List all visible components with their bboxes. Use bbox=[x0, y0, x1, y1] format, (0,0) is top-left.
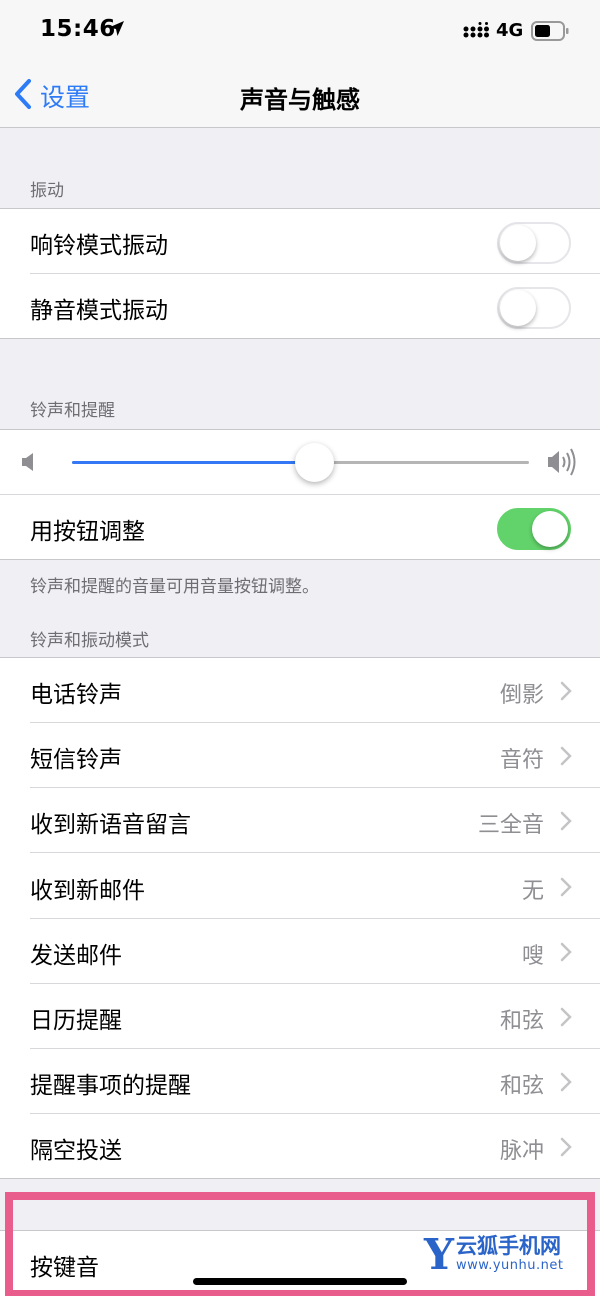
pattern-value: 无 bbox=[521, 879, 544, 904]
ringer-group: 用按钮调整 bbox=[0, 429, 600, 560]
pattern-value: 倒影 bbox=[499, 683, 544, 708]
pattern-value: 和弦 bbox=[499, 1009, 544, 1034]
battery-icon bbox=[531, 21, 569, 45]
status-bar: 15:46 4G bbox=[0, 0, 600, 62]
vibrate-on-silent-switch[interactable] bbox=[497, 287, 571, 329]
pattern-label: 收到新邮件 bbox=[30, 878, 145, 904]
chevron-right-icon bbox=[560, 746, 572, 770]
chevron-right-icon bbox=[560, 1137, 572, 1161]
chevron-left-icon bbox=[14, 78, 32, 114]
chevron-right-icon bbox=[560, 877, 572, 901]
volume-slider-knob[interactable] bbox=[295, 443, 335, 482]
navigation-bar: 声音与触感 设置 bbox=[0, 62, 600, 128]
switch-knob bbox=[532, 511, 568, 547]
pattern-row-ringtone[interactable]: 电话铃声 倒影 bbox=[0, 658, 600, 723]
watermark-name: 云狐手机网 bbox=[455, 1234, 561, 1258]
volume-slider[interactable] bbox=[72, 443, 529, 482]
pattern-label: 收到新语音留言 bbox=[30, 812, 191, 838]
volume-slider-row bbox=[0, 430, 600, 495]
home-indicator bbox=[193, 1278, 407, 1285]
pattern-label: 发送邮件 bbox=[30, 943, 122, 969]
section-header-vibration: 振动 bbox=[30, 181, 64, 201]
pattern-label: 电话铃声 bbox=[30, 682, 122, 708]
watermark-url: www.yunhu.net bbox=[455, 1258, 564, 1273]
chevron-right-icon bbox=[560, 942, 572, 966]
chevron-right-icon bbox=[560, 811, 572, 835]
chevron-right-icon bbox=[560, 1007, 572, 1031]
pattern-value: 音符 bbox=[499, 748, 544, 773]
ringer-footer-note: 铃声和提醒的音量可用音量按钮调整。 bbox=[30, 577, 319, 597]
vibrate-on-silent-label: 静音模式振动 bbox=[30, 298, 168, 324]
cellular-signal-icon bbox=[463, 22, 489, 44]
pattern-row-sent-mail[interactable]: 发送邮件 嗖 bbox=[0, 919, 600, 984]
watermark-text: 云狐手机网 www.yunhu.net bbox=[456, 1234, 563, 1274]
pattern-value: 脉冲 bbox=[499, 1139, 544, 1164]
network-type: 4G bbox=[496, 20, 524, 41]
vibration-group: 响铃模式振动 静音模式振动 bbox=[0, 208, 600, 339]
section-header-patterns: 铃声和振动模式 bbox=[30, 631, 149, 651]
chevron-right-icon bbox=[560, 1072, 572, 1096]
pattern-label: 短信铃声 bbox=[30, 747, 122, 773]
patterns-group: 电话铃声 倒影 短信铃声 音符 收到新语音留言 三全音 收到新邮件 无 发送邮件… bbox=[0, 657, 600, 1179]
change-with-buttons-switch[interactable] bbox=[497, 508, 571, 550]
pattern-row-calendar-alerts[interactable]: 日历提醒 和弦 bbox=[0, 984, 600, 1049]
vibrate-on-silent-row: 静音模式振动 bbox=[0, 274, 600, 339]
vibrate-on-ring-label: 响铃模式振动 bbox=[30, 233, 168, 259]
switch-knob bbox=[500, 225, 536, 261]
back-button-label: 设置 bbox=[40, 83, 91, 112]
pattern-label: 提醒事项的提醒 bbox=[30, 1073, 191, 1099]
vibrate-on-ring-switch[interactable] bbox=[497, 222, 571, 264]
pattern-row-reminder-alerts[interactable]: 提醒事项的提醒 和弦 bbox=[0, 1049, 600, 1114]
change-with-buttons-row: 用按钮调整 bbox=[0, 495, 600, 560]
volume-high-icon bbox=[546, 447, 580, 481]
volume-low-icon bbox=[20, 451, 38, 477]
status-time: 15:46 bbox=[40, 16, 116, 42]
chevron-right-icon bbox=[560, 681, 572, 705]
change-with-buttons-label: 用按钮调整 bbox=[30, 519, 145, 545]
pattern-value: 和弦 bbox=[499, 1074, 544, 1099]
pattern-row-airdrop[interactable]: 隔空投送 脉冲 bbox=[0, 1114, 600, 1179]
row-separator bbox=[30, 852, 600, 853]
pattern-label: 日历提醒 bbox=[30, 1008, 122, 1034]
pattern-value: 嗖 bbox=[521, 944, 544, 969]
pattern-label: 隔空投送 bbox=[30, 1138, 122, 1164]
watermark-letter: Y bbox=[424, 1230, 454, 1279]
volume-slider-fill bbox=[72, 461, 315, 464]
pattern-row-new-mail[interactable]: 收到新邮件 无 bbox=[0, 854, 600, 919]
pattern-value: 三全音 bbox=[477, 813, 544, 838]
watermark-logo: Y 云狐手机网 www.yunhu.net bbox=[424, 1234, 563, 1280]
pattern-row-new-voicemail[interactable]: 收到新语音留言 三全音 bbox=[0, 788, 600, 853]
switch-knob bbox=[500, 290, 536, 326]
back-button[interactable]: 设置 bbox=[14, 76, 90, 116]
section-header-ringer: 铃声和提醒 bbox=[30, 401, 115, 421]
pattern-row-text-tone[interactable]: 短信铃声 音符 bbox=[0, 723, 600, 788]
location-arrow-icon bbox=[108, 20, 125, 41]
vibrate-on-ring-row: 响铃模式振动 bbox=[0, 209, 600, 274]
